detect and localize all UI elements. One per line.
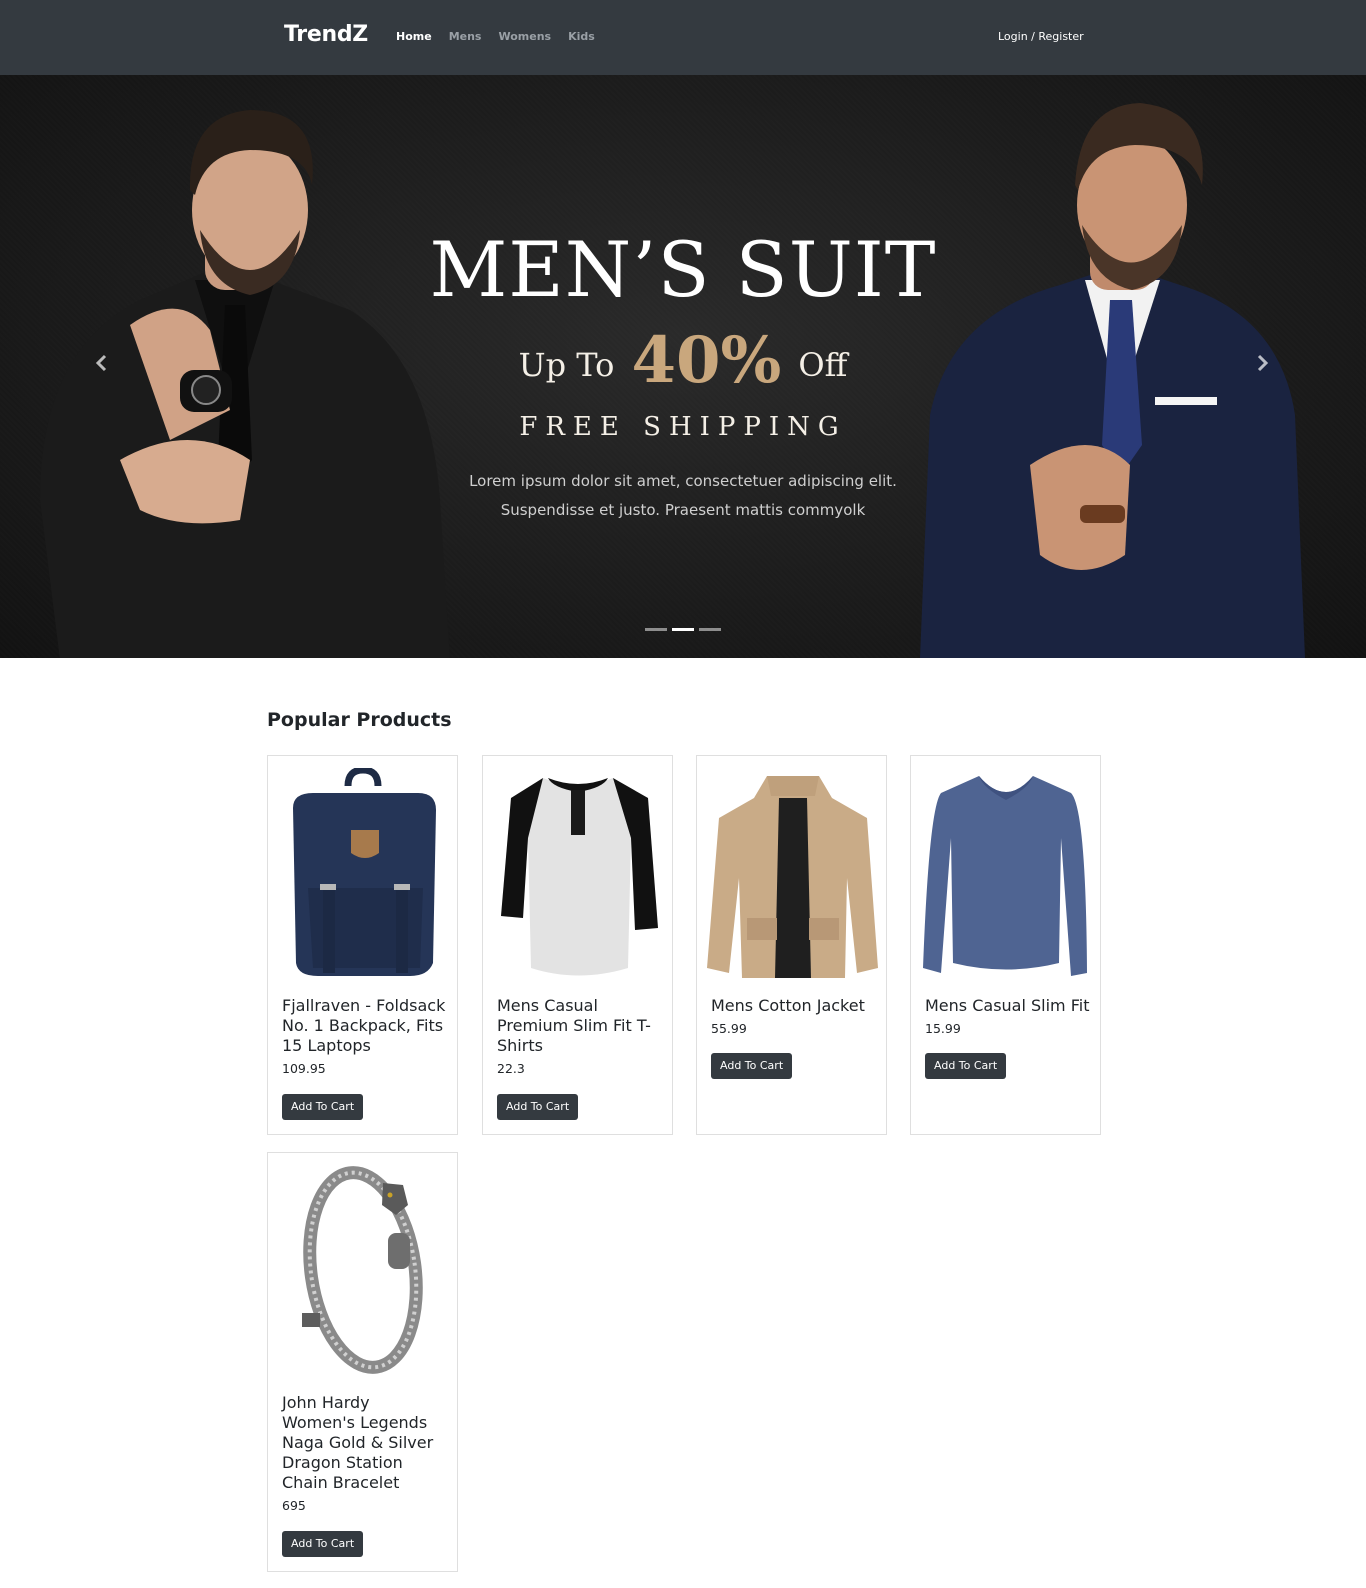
navbar: TrendZ Home Mens Womens Kids Login / Reg… (0, 0, 1366, 75)
add-to-cart-button[interactable]: Add To Cart (711, 1053, 793, 1079)
add-to-cart-button[interactable]: Add To Cart (282, 1531, 364, 1557)
nav-link-mens[interactable]: Mens (449, 30, 482, 43)
product-price: 22.3 (497, 1061, 525, 1076)
product-price: 15.99 (925, 1021, 961, 1036)
backpack-image (293, 768, 436, 976)
carousel-indicator-2[interactable] (672, 628, 694, 631)
hero-offer-prefix: Up To (518, 346, 615, 384)
product-title[interactable]: Mens Casual Slim Fit (925, 996, 1090, 1016)
carousel-indicator-1[interactable] (645, 628, 667, 631)
product-card: Mens Casual Slim Fit 15.99 Add To Cart (910, 755, 1101, 1135)
product-title[interactable]: Fjallraven - Foldsack No. 1 Backpack, Fi… (282, 996, 447, 1056)
jacket-image (707, 776, 878, 978)
product-card: Mens Casual Premium Slim Fit T-Shirts 22… (482, 755, 673, 1135)
login-register-link[interactable]: Login / Register (998, 30, 1084, 43)
section-title: Popular Products (267, 709, 452, 731)
product-price: 109.95 (282, 1061, 326, 1076)
product-title[interactable]: Mens Cotton Jacket (711, 996, 876, 1016)
carousel-indicators (645, 628, 721, 631)
carousel-prev-icon[interactable] (90, 351, 114, 375)
product-card: Fjallraven - Foldsack No. 1 Backpack, Fi… (267, 755, 458, 1135)
carousel-next-icon[interactable] (1250, 351, 1274, 375)
product-title[interactable]: Mens Casual Premium Slim Fit T-Shirts (497, 996, 662, 1056)
nav-links: Home Mens Womens Kids (396, 30, 612, 43)
add-to-cart-button[interactable]: Add To Cart (497, 1094, 579, 1120)
t-shirt-image (501, 778, 658, 976)
product-price: 55.99 (711, 1021, 747, 1036)
hero-offer: Up To 40% Off (0, 323, 1366, 398)
carousel-indicator-3[interactable] (699, 628, 721, 631)
hero-title: MEN’S SUIT (429, 225, 937, 314)
long-sleeve-shirt-image (923, 776, 1087, 976)
nav-link-womens[interactable]: Womens (498, 30, 551, 43)
hero-carousel: MEN’S SUIT Up To 40% Off FREE SHIPPING L… (0, 75, 1366, 658)
hero-offer-suffix: Off (798, 346, 848, 384)
add-to-cart-button[interactable]: Add To Cart (282, 1094, 364, 1120)
nav-link-home[interactable]: Home (396, 30, 432, 43)
hero-shipping: FREE SHIPPING (519, 412, 847, 442)
nav-link-kids[interactable]: Kids (568, 30, 595, 43)
add-to-cart-button[interactable]: Add To Cart (925, 1053, 1007, 1079)
product-card: Mens Cotton Jacket 55.99 Add To Cart (696, 755, 887, 1135)
product-card: John Hardy Women's Legends Naga Gold & S… (267, 1152, 458, 1572)
product-title[interactable]: John Hardy Women's Legends Naga Gold & S… (282, 1393, 447, 1493)
hero-offer-value: 40% (631, 323, 782, 398)
bracelet-image (302, 1166, 423, 1374)
brand-logo[interactable]: TrendZ (284, 22, 368, 47)
product-price: 695 (282, 1498, 306, 1513)
hero-description: Lorem ipsum dolor sit amet, consectetuer… (469, 472, 897, 519)
